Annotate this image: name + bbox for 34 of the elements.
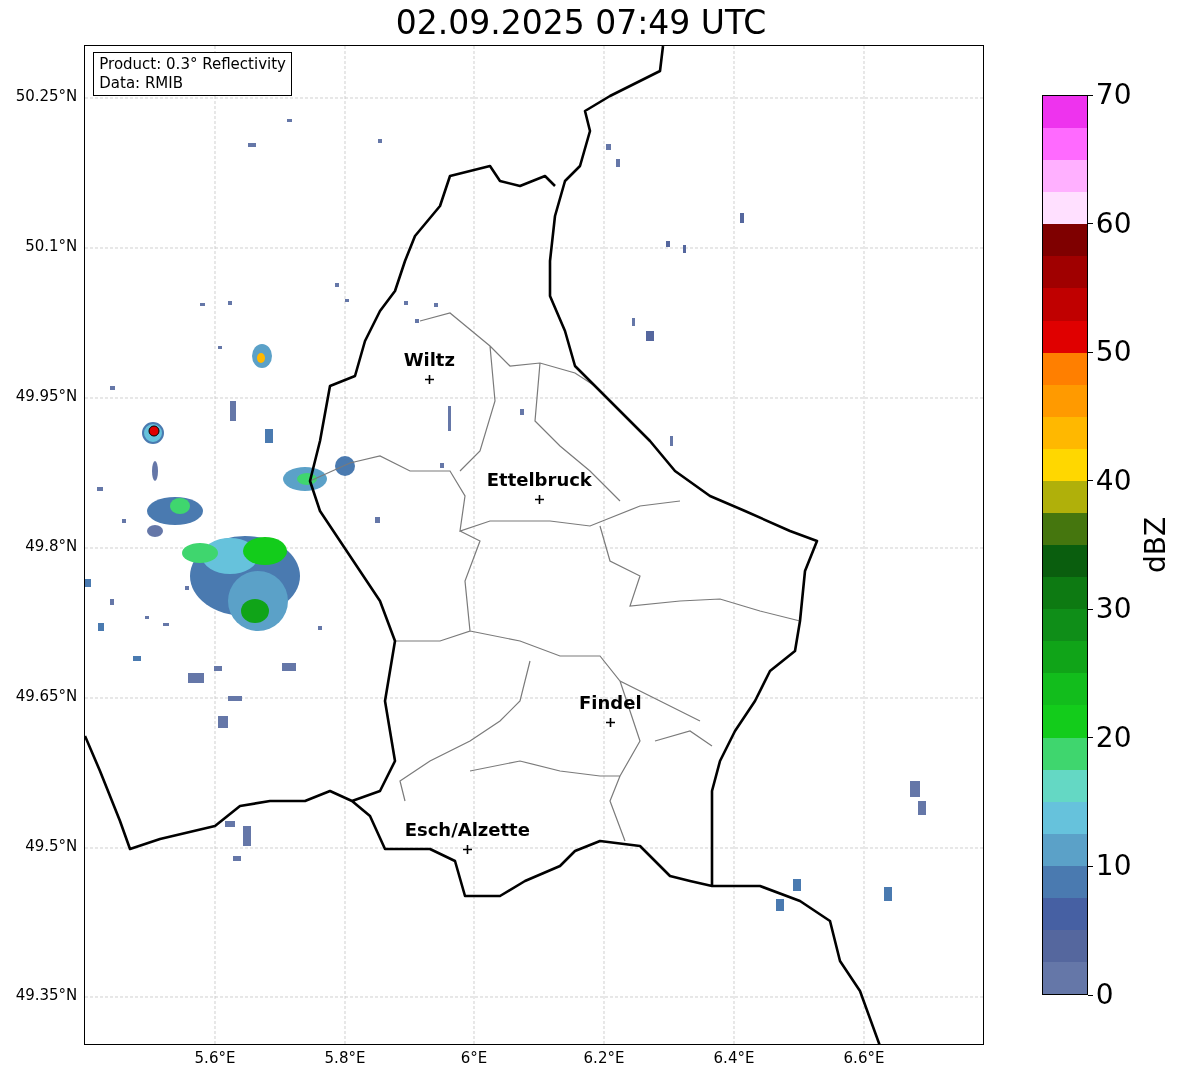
colorbar-tick-label: 40 — [1095, 466, 1132, 495]
chart-title: 02.09.2025 07:49 UTC — [394, 6, 768, 39]
latitude-label: 50.25°N — [15, 89, 78, 104]
city-label: Findel — [579, 692, 642, 714]
latitude-label: 49.35°N — [15, 988, 78, 1003]
latitude-label: 49.65°N — [15, 689, 78, 704]
longitude-label: 6.4°E — [712, 1051, 756, 1066]
longitude-label: 6.6°E — [842, 1051, 886, 1066]
info-text: Product: 0.3° Reflectivity — [99, 55, 286, 74]
city-label: Esch/Alzette — [404, 819, 530, 841]
colorbar-tick-label: 70 — [1095, 81, 1132, 109]
city-marker-icon — [605, 718, 615, 727]
radar-site-icon — [142, 422, 165, 444]
colorbar-tick-label: 30 — [1095, 595, 1132, 624]
longitude-label: 5.8°E — [323, 1051, 367, 1066]
latitude-label: 49.8°N — [25, 539, 78, 554]
city-label: Ettelbruck — [486, 469, 592, 491]
colorbar-label: dBZ — [1141, 516, 1170, 574]
latitude-label: 49.95°N — [15, 389, 78, 404]
city-marker-icon — [424, 375, 434, 384]
colorbar-tick-label: 20 — [1095, 723, 1132, 752]
longitude-label: 5.6°E — [193, 1051, 237, 1066]
city-marker-icon — [534, 495, 544, 504]
latitude-label: 50.1°N — [25, 239, 78, 254]
city-label: Wiltz — [403, 349, 455, 371]
longitude-label: 6.2°E — [582, 1051, 626, 1066]
info-text: Data: RMIB — [99, 74, 184, 93]
colorbar-tick-label: 0 — [1095, 981, 1114, 1009]
colorbar-tick-label: 50 — [1095, 338, 1132, 367]
colorbar-tick-label: 60 — [1095, 209, 1132, 238]
latitude-label: 49.5°N — [25, 839, 78, 854]
city-marker-icon — [462, 845, 472, 854]
colorbar-tick-label: 10 — [1095, 852, 1132, 881]
longitude-label: 6°E — [459, 1051, 489, 1066]
